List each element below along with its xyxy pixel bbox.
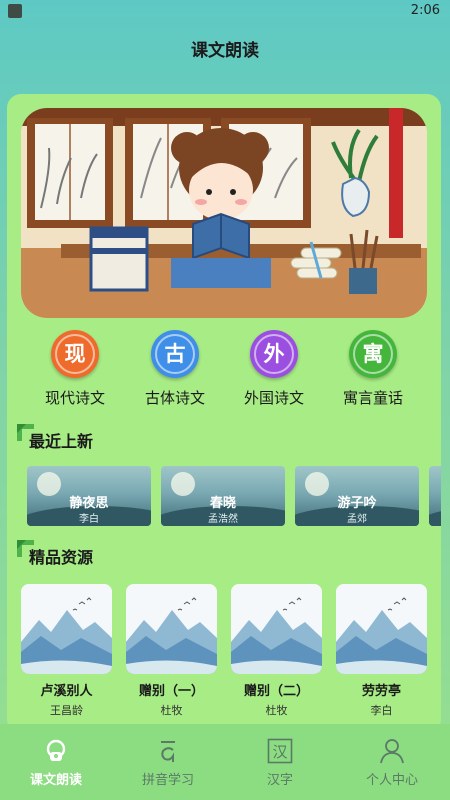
featured-list: 卢溪别人 王昌龄 赠别（一） 杜牧 赠别（二） 杜牧 劳劳亭 李白 — [21, 584, 441, 717]
featured-item[interactable]: 赠别（二） 杜牧 — [231, 584, 322, 717]
tab-pinyin[interactable]: 拼音学习 — [112, 724, 224, 800]
recent-item[interactable]: 静夜思 李白 — [27, 466, 151, 526]
recent-item[interactable]: 春晓 孟浩然 — [161, 466, 285, 526]
section-title: 最近上新 — [29, 432, 94, 451]
notification-icon — [8, 4, 22, 18]
profile-icon — [380, 739, 404, 764]
featured-item[interactable]: 劳劳亭 李白 — [336, 584, 427, 717]
featured-item-author: 杜牧 — [160, 704, 183, 717]
tab-label: 个人中心 — [365, 773, 418, 788]
content-card: 现 现代诗文 古 古体诗文 外 外国诗文 寓 寓言童话 最近上新 静夜思 李白 … — [7, 94, 441, 734]
featured-item-author: 李白 — [370, 704, 393, 717]
status-time: 2:06 — [410, 3, 440, 18]
girl-reading-illustration — [21, 108, 427, 318]
featured-item-author: 王昌龄 — [50, 704, 83, 717]
category-classical[interactable]: 古 古体诗文 — [125, 330, 225, 408]
page-title: 课文朗读 — [191, 41, 259, 61]
hill-decoration — [429, 506, 441, 526]
modern-poetry-icon: 现 — [51, 330, 99, 378]
foreign-poetry-icon: 外 — [250, 330, 298, 378]
pinyin-icon — [161, 741, 175, 762]
tab-hanzi[interactable]: 汉 汉字 — [224, 724, 336, 800]
recent-item-author: 孟郊 — [347, 514, 367, 525]
recent-list[interactable]: 静夜思 李白 春晓 孟浩然 游子吟 孟郊 — [27, 466, 441, 528]
landscape-thumbnail — [126, 584, 217, 674]
recent-item-title: 静夜思 — [69, 496, 109, 511]
fable-icon: 寓 — [349, 330, 397, 378]
svg-text:汉: 汉 — [272, 743, 287, 761]
category-label: 现代诗文 — [44, 389, 105, 407]
category-label: 外国诗文 — [243, 389, 304, 407]
recent-item-author: 李白 — [79, 514, 99, 525]
hanzi-icon: 汉 — [267, 738, 293, 764]
category-label: 寓言童话 — [342, 389, 403, 407]
tab-label: 汉字 — [266, 773, 293, 788]
bottom-tab-bar: 课文朗读 拼音学习 汉 汉字 个人中心 — [0, 724, 450, 800]
category-row: 现 现代诗文 古 古体诗文 外 外国诗文 寓 寓言童话 — [7, 330, 441, 410]
featured-item-title: 赠别（二） — [243, 684, 309, 699]
recent-item[interactable]: 游子吟 孟郊 — [295, 466, 419, 526]
category-label: 古体诗文 — [144, 389, 205, 407]
tab-label: 拼音学习 — [141, 773, 194, 788]
status-bar: 2:06 — [0, 0, 450, 22]
category-foreign[interactable]: 外 外国诗文 — [224, 330, 324, 408]
banner-image[interactable] — [21, 108, 427, 318]
featured-item-title: 卢溪别人 — [40, 684, 93, 699]
landscape-thumbnail — [21, 584, 112, 674]
recent-item-title: 游子吟 — [337, 496, 377, 511]
featured-item-author: 杜牧 — [265, 704, 288, 717]
section-title: 精品资源 — [29, 548, 94, 567]
featured-item[interactable]: 赠别（一） 杜牧 — [126, 584, 217, 717]
category-modern[interactable]: 现 现代诗文 — [25, 330, 125, 408]
tab-profile[interactable]: 个人中心 — [336, 724, 448, 800]
featured-item[interactable]: 卢溪别人 王昌龄 — [21, 584, 112, 717]
tab-label: 课文朗读 — [29, 773, 82, 788]
landscape-thumbnail — [231, 584, 322, 674]
category-fable[interactable]: 寓 寓言童话 — [323, 330, 423, 408]
featured-item-title: 劳劳亭 — [361, 684, 401, 699]
recent-item-author: 孟浩然 — [208, 514, 238, 525]
recent-item-title: 春晓 — [209, 496, 236, 511]
recent-item-partial[interactable] — [429, 466, 441, 526]
tab-reading[interactable]: 课文朗读 — [0, 724, 112, 800]
featured-item-title: 赠别（一） — [138, 684, 204, 699]
classical-poetry-icon: 古 — [151, 330, 199, 378]
landscape-thumbnail — [336, 584, 427, 674]
reading-icon — [46, 739, 66, 761]
